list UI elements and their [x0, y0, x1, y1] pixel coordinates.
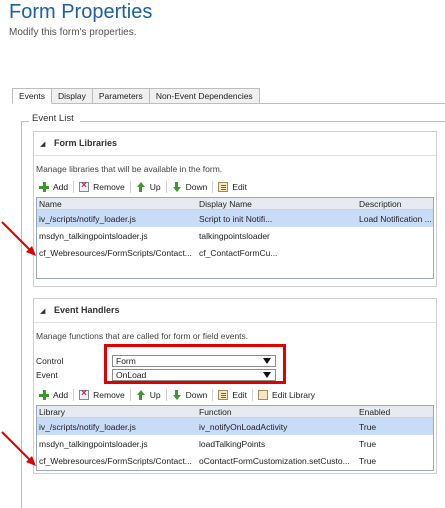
form-libraries-title: Form Libraries: [54, 138, 118, 148]
add-library-button[interactable]: Add: [34, 180, 73, 194]
annotation-arrow-icon: [1, 431, 36, 466]
cell-enabled: True: [359, 438, 377, 449]
add-label: Add: [53, 182, 69, 192]
column-header-library[interactable]: Library: [37, 406, 197, 417]
table-row[interactable]: iv_/scripts/notify_loader.js iv_notifyOn…: [37, 418, 433, 435]
page-subtitle: Modify this form's properties.: [9, 27, 137, 38]
form-libraries-grid: Name Display Name Description iv_/script…: [36, 197, 434, 279]
cell-function: iv_notifyOnLoadActivity: [199, 421, 288, 432]
cell-library: msdyn_talkingpointsloader.js: [39, 438, 148, 449]
cell-library: iv_/scripts/notify_loader.js: [39, 421, 136, 432]
cell-enabled: True: [359, 421, 377, 432]
edit-label: Edit: [232, 182, 248, 192]
event-handlers-section: ◢ Event Handlers Manage functions that a…: [33, 298, 437, 474]
cell-display-name: talkingpointsloader: [199, 230, 270, 241]
collapse-triangle-icon[interactable]: ◢: [40, 307, 45, 315]
down-arrow-icon: [172, 390, 182, 400]
edit-library-label: Edit Library: [272, 390, 316, 400]
down-arrow-icon: [172, 182, 182, 192]
highlight-box: [104, 344, 286, 384]
cell-name: iv_/scripts/notify_loader.js: [39, 213, 136, 224]
edit-icon: [218, 182, 229, 192]
cell-description: Load Notification ...: [359, 213, 432, 224]
page-title: Form Properties: [9, 1, 153, 23]
add-icon: [39, 182, 49, 192]
tab-parameters[interactable]: Parameters: [91, 88, 150, 104]
table-row[interactable]: msdyn_talkingpointsloader.js talkingpoin…: [37, 227, 433, 244]
move-up-library-button[interactable]: Up: [131, 180, 166, 194]
tab-events[interactable]: Events: [12, 88, 52, 104]
remove-handler-button[interactable]: Remove: [74, 388, 130, 402]
remove-icon: [79, 388, 90, 400]
cell-display-name: Script to init Notifi...: [199, 213, 273, 224]
event-list-label: Event List: [30, 113, 76, 124]
column-header-enabled[interactable]: Enabled: [357, 406, 433, 417]
form-libraries-header[interactable]: ◢ Form Libraries: [34, 132, 436, 156]
remove-label: Remove: [93, 182, 125, 192]
event-handlers-toolbar: Add Remove Up Down Edit Edit Library: [34, 387, 436, 403]
cell-function: oContactFormCustomization.setCusto...: [199, 455, 350, 466]
edit-icon: [218, 390, 229, 400]
move-up-handler-button[interactable]: Up: [131, 388, 166, 402]
up-label: Up: [149, 182, 161, 192]
event-label: Event: [36, 370, 58, 380]
remove-label: Remove: [93, 390, 125, 400]
add-handler-button[interactable]: Add: [34, 388, 73, 402]
edit-handler-button[interactable]: Edit: [213, 388, 252, 402]
cell-name: cf_Webresources/FormScripts/Contact...: [39, 247, 192, 258]
cell-display-name: cf_ContactFormCu...: [199, 247, 278, 258]
down-label: Down: [185, 390, 208, 400]
down-label: Down: [185, 182, 208, 192]
remove-icon: [79, 180, 90, 192]
table-row[interactable]: iv_/scripts/notify_loader.js Script to i…: [37, 210, 433, 227]
grid-header: Library Function Enabled: [37, 406, 433, 418]
column-header-name[interactable]: Name: [37, 198, 197, 209]
control-label: Control: [36, 356, 64, 366]
cell-enabled: True: [359, 455, 377, 466]
cell-function: loadTalkingPoints: [199, 438, 266, 449]
move-down-handler-button[interactable]: Down: [167, 388, 213, 402]
edit-library-button[interactable]: Edit Library: [253, 388, 320, 402]
event-handlers-grid: Library Function Enabled iv_/scripts/not…: [36, 405, 434, 471]
event-list-border-top: [80, 121, 445, 122]
edit-label: Edit: [232, 390, 248, 400]
tab-display[interactable]: Display: [51, 88, 93, 104]
edit-library-button[interactable]: Edit: [213, 180, 252, 194]
column-header-description[interactable]: Description: [357, 198, 433, 209]
form-libraries-description: Manage libraries that will be available …: [36, 164, 223, 174]
table-row[interactable]: cf_Webresources/FormScripts/Contact... o…: [37, 452, 433, 469]
up-arrow-icon: [136, 390, 146, 400]
remove-library-button[interactable]: Remove: [74, 180, 130, 194]
event-list-border: [21, 121, 29, 122]
event-handlers-title: Event Handlers: [54, 305, 120, 315]
table-row[interactable]: msdyn_talkingpointsloader.js loadTalking…: [37, 435, 433, 452]
grid-header: Name Display Name Description: [37, 198, 433, 210]
form-libraries-toolbar: Add Remove Up Down Edit: [34, 179, 436, 195]
table-row[interactable]: cf_Webresources/FormScripts/Contact... c…: [37, 244, 433, 261]
up-label: Up: [149, 390, 161, 400]
annotation-arrow-icon: [1, 221, 36, 256]
event-handlers-description: Manage functions that are called for for…: [36, 331, 249, 341]
tab-divider: [12, 103, 445, 104]
up-arrow-icon: [136, 182, 146, 192]
column-header-function[interactable]: Function: [197, 406, 357, 417]
form-libraries-section: ◢ Form Libraries Manage libraries that w…: [33, 131, 437, 287]
tab-strip: Events Display Parameters Non-Event Depe…: [12, 88, 260, 104]
cell-name: msdyn_talkingpointsloader.js: [39, 230, 148, 241]
collapse-triangle-icon[interactable]: ◢: [40, 140, 45, 148]
cell-library: cf_Webresources/FormScripts/Contact...: [39, 455, 192, 466]
add-icon: [39, 390, 49, 400]
event-handlers-header[interactable]: ◢ Event Handlers: [34, 299, 436, 323]
move-down-library-button[interactable]: Down: [167, 180, 213, 194]
add-label: Add: [53, 390, 69, 400]
column-header-display-name[interactable]: Display Name: [197, 198, 357, 209]
library-icon: [258, 390, 269, 400]
tab-non-event-dependencies[interactable]: Non-Event Dependencies: [148, 88, 260, 104]
